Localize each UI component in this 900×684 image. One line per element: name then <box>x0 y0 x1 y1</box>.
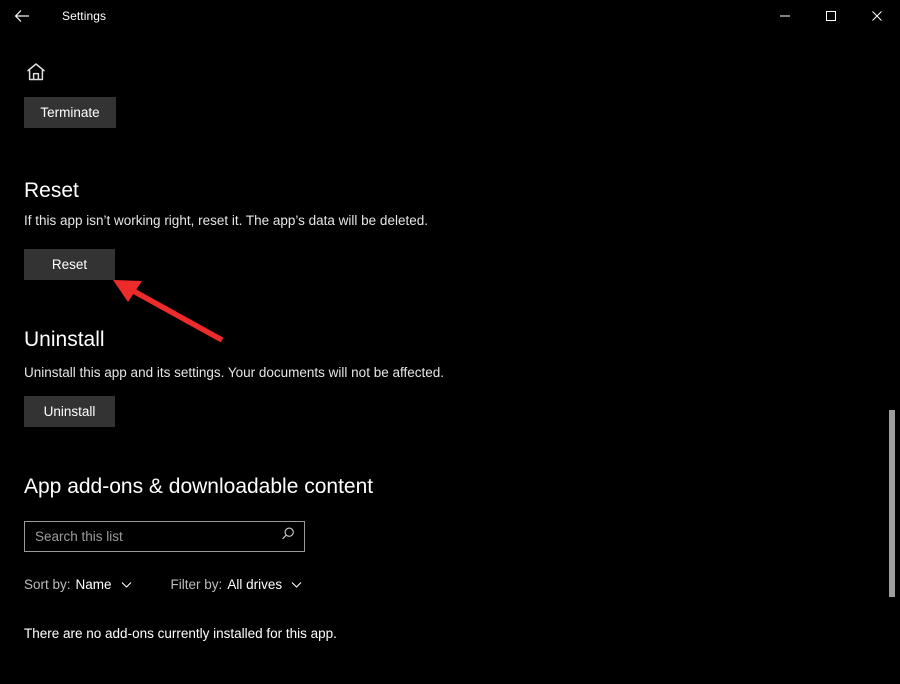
addons-section-title: App add-ons & downloadable content <box>24 475 374 498</box>
vertical-scrollbar[interactable] <box>884 64 900 684</box>
reset-button[interactable]: Reset <box>24 249 115 280</box>
uninstall-section-description: Uninstall this app and its settings. You… <box>24 365 445 380</box>
minimize-icon <box>779 10 791 22</box>
uninstall-section-title: Uninstall <box>24 328 105 351</box>
addons-search-box[interactable] <box>24 521 305 552</box>
search-submit-button[interactable] <box>272 522 304 551</box>
maximize-icon <box>825 10 837 22</box>
home-button[interactable] <box>24 60 48 84</box>
reset-section-title: Reset <box>24 179 79 202</box>
window-controls <box>762 0 900 32</box>
sort-by-dropdown[interactable]: Sort by: Name <box>24 577 133 592</box>
sort-by-label: Sort by: <box>24 577 71 592</box>
chevron-down-icon <box>120 578 133 591</box>
uninstall-button[interactable]: Uninstall <box>24 396 115 427</box>
search-icon <box>280 526 296 547</box>
addons-empty-message: There are no add-ons currently installed… <box>24 626 337 641</box>
close-button[interactable] <box>854 0 900 32</box>
addons-filter-row: Sort by: Name Filter by: All drives <box>24 577 303 592</box>
vertical-scrollbar-thumb[interactable] <box>889 410 895 597</box>
home-icon <box>24 63 48 88</box>
filter-by-label: Filter by: <box>170 577 223 592</box>
close-icon <box>871 10 883 22</box>
maximize-button[interactable] <box>808 0 854 32</box>
back-button[interactable] <box>0 0 44 32</box>
sort-by-value: Name <box>75 577 112 592</box>
filter-by-value: All drives <box>227 577 283 592</box>
search-input[interactable] <box>25 528 272 545</box>
settings-content-pane: Terminate Reset If this app isn’t workin… <box>0 32 900 684</box>
chevron-down-icon <box>290 578 303 591</box>
terminate-button[interactable]: Terminate <box>24 97 116 128</box>
minimize-button[interactable] <box>762 0 808 32</box>
back-arrow-icon <box>13 7 31 25</box>
reset-section-description: If this app isn’t working right, reset i… <box>24 213 428 228</box>
title-bar: Settings <box>0 0 900 32</box>
filter-by-dropdown[interactable]: Filter by: All drives <box>171 577 304 592</box>
window-title: Settings <box>62 9 107 23</box>
